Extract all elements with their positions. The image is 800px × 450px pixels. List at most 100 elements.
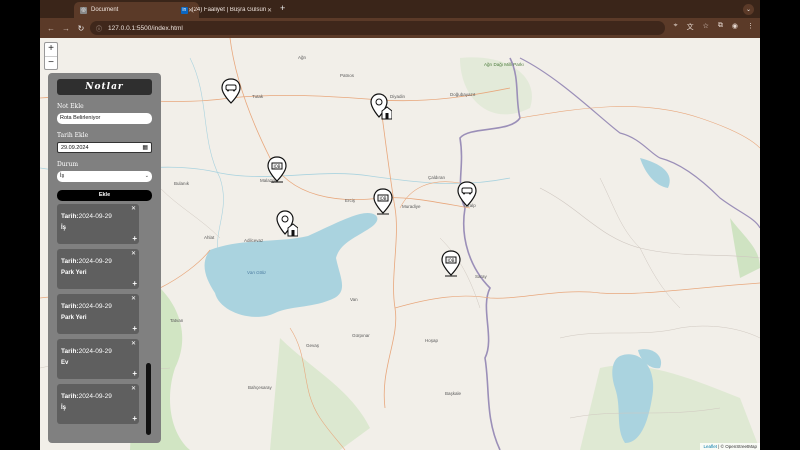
note-status: İş — [61, 405, 67, 411]
lake-label: Van Gölü — [247, 270, 266, 275]
work-marker-icon[interactable]: JOB — [266, 156, 288, 184]
chevron-down-icon: ⌄ — [144, 173, 149, 179]
translate-icon[interactable]: 文 — [687, 22, 694, 32]
note-status: Park Yeri — [61, 315, 87, 321]
date-label: Tarih Ekle — [57, 132, 89, 139]
note-card: ✕ Tarih:2024-09-29 İş + — [57, 384, 139, 424]
close-icon[interactable]: ✕ — [131, 340, 136, 347]
parking-marker-icon[interactable] — [220, 78, 242, 106]
park-label: Ağrı Dağı Milli Parkı — [484, 62, 524, 67]
work-marker-icon[interactable]: JOB — [372, 188, 394, 216]
zoom-in-button[interactable]: + — [45, 43, 57, 56]
note-date: 2024-09-29 — [78, 303, 112, 310]
zoom-out-button[interactable]: − — [45, 56, 57, 69]
leaflet-link[interactable]: Leaflet — [703, 444, 717, 449]
home-marker-icon[interactable] — [370, 93, 392, 121]
new-tab-button[interactable]: + — [280, 3, 285, 13]
forward-icon[interactable]: → — [62, 24, 70, 33]
note-card: ✕ Tarih:2024-09-29 Ev + — [57, 339, 139, 379]
place-label: Patnos — [340, 73, 355, 78]
note-card: ✕ Tarih:2024-09-29 İş + — [57, 204, 139, 244]
note-input[interactable]: Rota Belirleniyor — [57, 113, 152, 124]
site-info-icon[interactable]: ⓘ — [96, 24, 102, 33]
home-marker-icon[interactable] — [276, 210, 298, 238]
note-date-prefix: Tarih: — [61, 258, 79, 265]
place-label: Bahçesaray — [248, 385, 272, 390]
tab-linkedin[interactable]: in (24) Faaliyet | Büşra Gülsün ✕ — [175, 2, 278, 18]
linkedin-icon: in — [181, 6, 188, 14]
svg-text:JOB: JOB — [378, 196, 386, 201]
calendar-icon[interactable]: ▦ — [142, 143, 148, 154]
place-label: Gevaş — [306, 343, 320, 348]
location-icon[interactable]: ⌖ — [674, 22, 678, 32]
note-date: 2024-09-29 — [78, 213, 112, 220]
date-input-value: 29.09.2024 — [61, 145, 89, 151]
note-date: 2024-09-29 — [78, 393, 112, 400]
status-select-value: İş — [60, 173, 65, 179]
place-label: Başkale — [445, 391, 462, 396]
note-date-prefix: Tarih: — [61, 303, 79, 310]
tab-title: Document — [91, 7, 119, 13]
menu-icon[interactable]: ⋮ — [747, 22, 754, 32]
date-input[interactable]: 29.09.2024 ▦ — [57, 142, 152, 153]
tab-search-button[interactable]: ⌄ — [743, 4, 754, 15]
osm-attribution[interactable]: | © OpenStreetMap — [718, 444, 757, 449]
profile-icon[interactable]: ◉ — [732, 22, 738, 32]
note-input-value: Rota Belirleniyor — [60, 115, 101, 121]
tab-strip: ◎ Document ✕ in (24) Faaliyet | Büşra Gü… — [40, 0, 760, 18]
status-select[interactable]: İş ⌄ — [57, 171, 152, 182]
notes-list: ✕ Tarih:2024-09-29 İş + ✕ Tarih:2024-09-… — [57, 204, 152, 424]
note-status: İş — [61, 225, 67, 231]
place-label: Van — [350, 297, 358, 302]
plus-icon[interactable]: + — [132, 234, 137, 243]
plus-icon[interactable]: + — [132, 324, 137, 333]
note-status: Park Yeri — [61, 270, 87, 276]
place-label: Erciş — [345, 198, 355, 203]
close-icon[interactable]: ✕ — [131, 385, 136, 392]
svg-text:JOB: JOB — [446, 258, 454, 263]
place-label: Diyadin — [390, 94, 406, 99]
panel-title: Notlar — [57, 79, 152, 95]
place-label: Muradiye — [402, 204, 421, 209]
browser-window: ◎ Document ✕ in (24) Faaliyet | Büşra Gü… — [40, 0, 760, 450]
address-bar[interactable]: ⓘ 127.0.0.1:5500/index.html — [90, 21, 665, 35]
extensions-icon[interactable]: ⧉ — [718, 22, 723, 32]
close-icon[interactable]: ✕ — [267, 7, 272, 14]
status-label: Durum — [57, 161, 79, 168]
plus-icon[interactable]: + — [132, 414, 137, 423]
back-icon[interactable]: ← — [47, 24, 55, 33]
note-card: ✕ Tarih:2024-09-29 Park Yeri + — [57, 249, 139, 289]
scrollbar[interactable] — [146, 363, 151, 435]
note-date: 2024-09-29 — [78, 348, 112, 355]
tab-title: (24) Faaliyet | Büşra Gülsün — [191, 7, 267, 13]
place-label: Gürpınar — [352, 333, 370, 338]
url-text: 127.0.0.1:5500/index.html — [108, 24, 183, 32]
place-label: Ağrı — [298, 55, 307, 60]
note-date: 2024-09-29 — [78, 258, 112, 265]
plus-icon[interactable]: + — [132, 279, 137, 288]
close-icon[interactable]: ✕ — [131, 205, 136, 212]
place-label: Çaldıran — [428, 175, 446, 180]
plus-icon[interactable]: + — [132, 369, 137, 378]
reload-icon[interactable]: ↻ — [77, 24, 85, 33]
bookmark-star-icon[interactable]: ☆ — [703, 22, 709, 32]
parking-marker-icon[interactable] — [456, 181, 478, 209]
browser-toolbar: ← → ↻ ⓘ 127.0.0.1:5500/index.html ⌖ 文 ☆ … — [40, 18, 760, 38]
svg-text:JOB: JOB — [272, 164, 280, 169]
note-label: Not Ekle — [57, 103, 84, 110]
place-label: Hoşap — [425, 338, 439, 343]
add-note-button[interactable]: Ekle — [57, 190, 152, 201]
place-label: Bulanık — [174, 181, 190, 186]
place-label: Doğubayazıt — [450, 92, 476, 97]
globe-icon: ◎ — [80, 6, 87, 14]
close-icon[interactable]: ✕ — [131, 250, 136, 257]
work-marker-icon[interactable]: JOB — [440, 250, 462, 278]
map-attribution: Leaflet | © OpenStreetMap — [700, 443, 760, 450]
place-label: Ahlat — [204, 235, 215, 240]
close-icon[interactable]: ✕ — [131, 295, 136, 302]
map-view[interactable]: + − Ağrı Tutak Diyadin Doğubayazıt Patno… — [40, 38, 760, 450]
note-date-prefix: Tarih: — [61, 213, 79, 220]
place-label: Saray — [475, 274, 487, 279]
place-label: Tatvan — [170, 318, 184, 323]
note-card: ✕ Tarih:2024-09-29 Park Yeri + — [57, 294, 139, 334]
